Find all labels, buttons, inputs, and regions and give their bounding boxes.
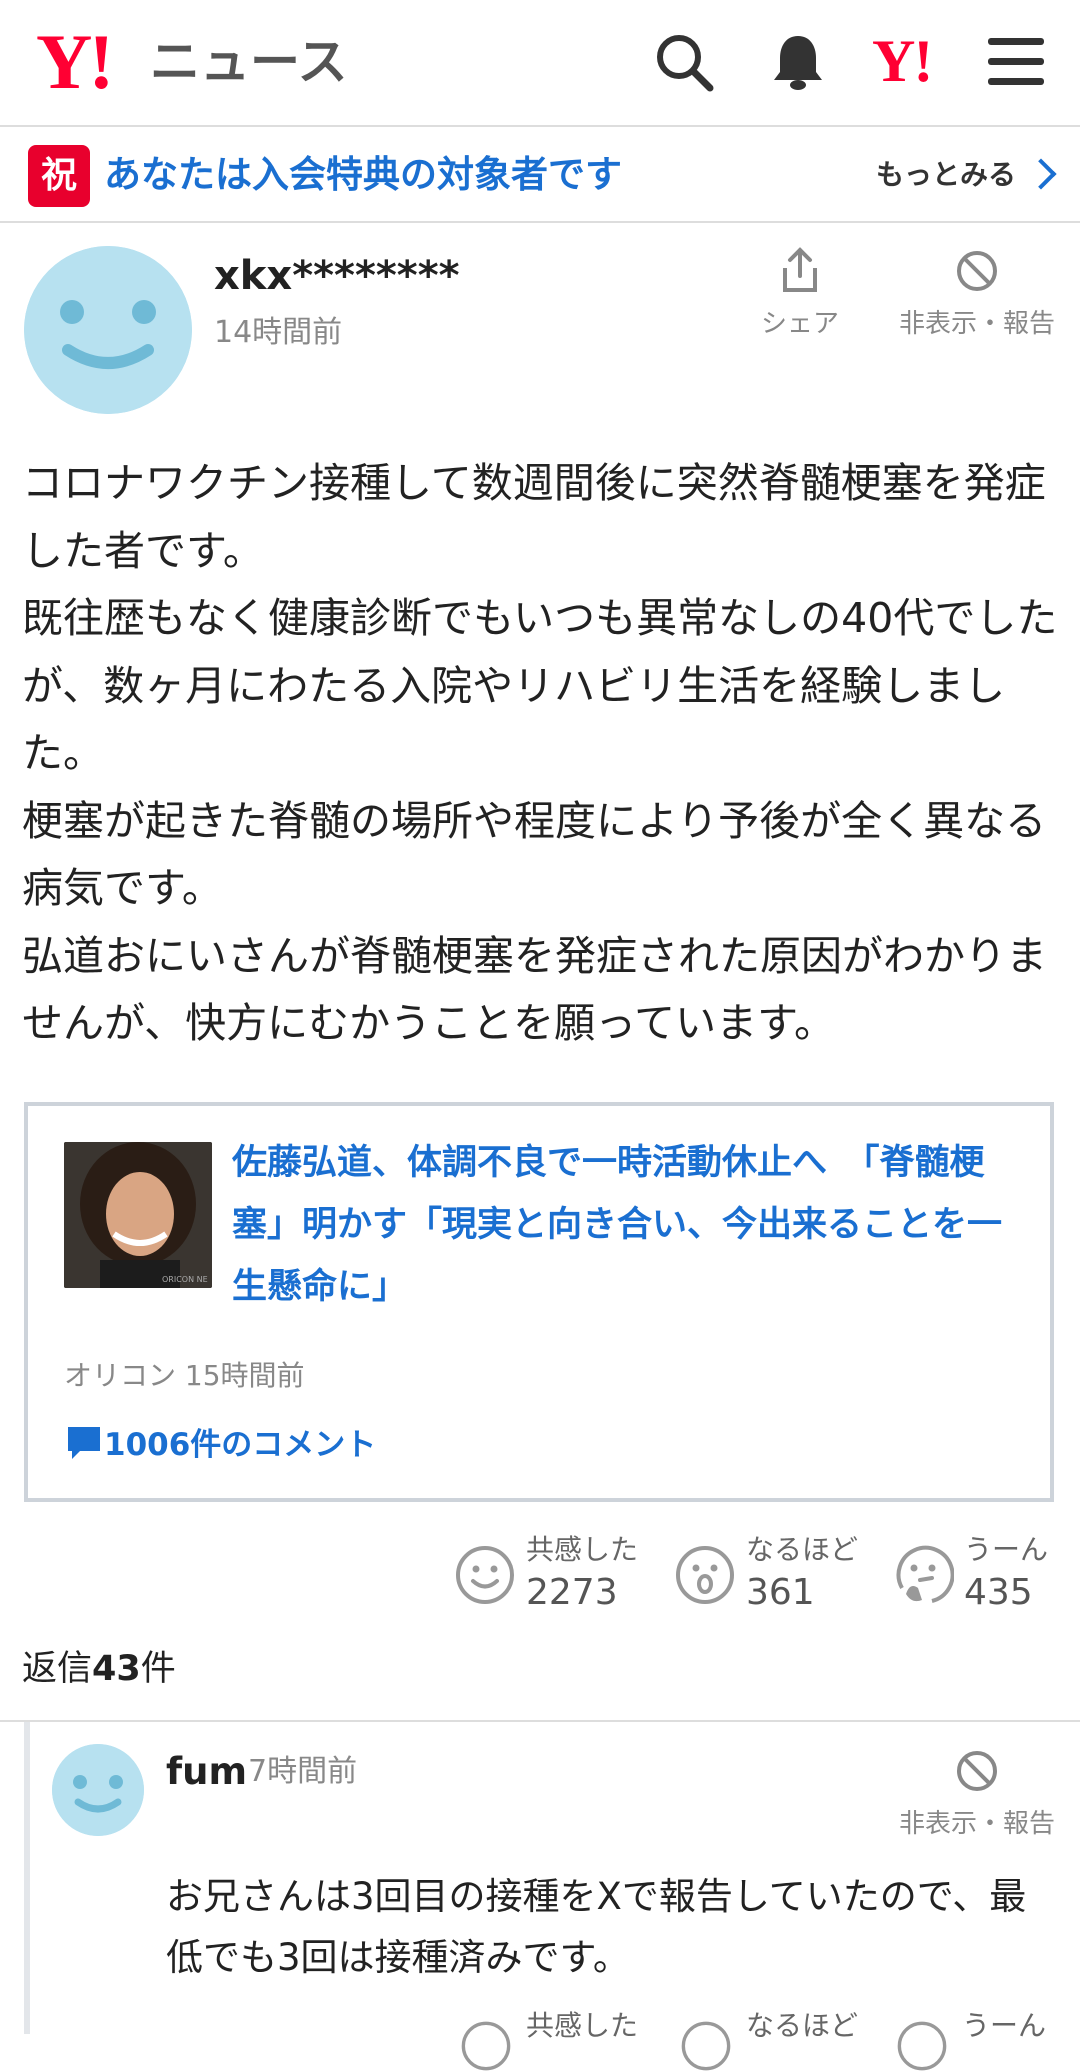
reaction-count: 361 [746, 1572, 815, 1613]
reaction-empathy-button[interactable]: 共感した 2273 [454, 1532, 654, 1613]
comment-time: 14時間前 [214, 315, 343, 350]
reaction-label: うーん [962, 2009, 1047, 2042]
news-logo-text[interactable]: ニュース [150, 32, 348, 92]
comment-username[interactable]: xkx******** [214, 246, 460, 306]
share-button[interactable]: シェア [748, 246, 852, 340]
reply-count-toggle[interactable]: 返信43件 [22, 1642, 176, 1696]
hide-report-label: 非表示・報告 [898, 309, 1055, 339]
share-label: シェア [760, 309, 839, 339]
article-title[interactable]: 佐藤弘道、体調不良で一時活動休止へ 「脊髄梗塞」明かす「現実と向き合い、今出来る… [232, 1132, 1032, 1318]
speech-bubble-icon [68, 1427, 100, 1459]
bell-icon[interactable] [766, 30, 830, 94]
reply-reaction-hmm-button[interactable]: うーん [896, 2008, 1080, 2071]
reaction-count: 435 [964, 1572, 1033, 1613]
article-thumbnail: ORICON NE [64, 1142, 212, 1288]
reply-body: お兄さんは3回目の接種をXで報告していたので、最低でも3回は接種済みです。 [166, 1875, 1027, 1979]
reaction-hmm-button[interactable]: うーん 435 [892, 1532, 1080, 1613]
menu-icon[interactable] [984, 30, 1048, 94]
search-icon[interactable] [652, 30, 716, 94]
reply-avatar [52, 1744, 144, 1836]
reply-thread-rule [24, 1722, 30, 2034]
reaction-count: 2273 [526, 1572, 618, 1613]
article-card[interactable]: ORICON NE 佐藤弘道、体調不良で一時活動休止へ 「脊髄梗塞」明かす「現実… [24, 1102, 1054, 1502]
reply-reaction-empathy-button[interactable]: 共感した [460, 2008, 660, 2071]
membership-banner[interactable]: 祝 あなたは入会特典の対象者です もっとみる [0, 127, 1080, 223]
yahoo-account-icon[interactable]: Y! [872, 26, 933, 96]
yahoo-logo-mark[interactable]: Y! [36, 22, 114, 102]
see-more-link[interactable]: もっとみる [876, 153, 1016, 197]
hide-report-button[interactable]: 非表示・報告 [892, 246, 1062, 340]
thinking-face-icon [897, 2021, 947, 2071]
article-comments-count: 1006件のコメント [104, 1427, 377, 1463]
reply-hide-report-button[interactable]: 非表示・報告 [892, 1746, 1062, 1840]
surprised-face-icon [681, 2021, 731, 2071]
block-icon [957, 1751, 997, 1791]
celebration-badge: 祝 [28, 145, 90, 207]
reaction-label: なるほど [746, 1533, 859, 1566]
thinking-face-icon [896, 1545, 954, 1603]
thumbnail-watermark: ORICON NE [162, 1275, 208, 1284]
comment-body: コロナワクチン接種して数週間後に突然脊髄梗塞を発症した者です。 既往歴もなく健康… [22, 459, 1058, 1047]
smile-face-icon [456, 1546, 514, 1604]
reply-username[interactable]: fum [166, 1746, 247, 1798]
reply-prefix: 返信 [22, 1649, 93, 1689]
reply-suffix: 件 [140, 1649, 176, 1689]
reaction-label: なるほど [746, 2009, 859, 2042]
reply-time: 7時間前 [248, 1754, 358, 1789]
block-icon [957, 251, 997, 291]
share-icon [783, 247, 817, 292]
divider [0, 1720, 1080, 1722]
reply-number: 43 [92, 1649, 141, 1689]
avatar [24, 246, 192, 414]
app-header: Y! ニュース Y! [0, 0, 1080, 127]
reaction-label: 共感した [526, 1533, 639, 1566]
hide-report-label: 非表示・報告 [898, 1809, 1055, 1839]
reaction-label: 共感した [526, 2009, 639, 2042]
banner-text: あなたは入会特典の対象者です [104, 153, 622, 196]
reply-reaction-insight-button[interactable]: なるほど [680, 2008, 880, 2071]
chevron-right-icon [1025, 158, 1057, 190]
article-source: オリコン 15時間前 [64, 1359, 305, 1392]
surprised-face-icon [676, 1546, 734, 1604]
article-comments-link[interactable]: 1006件のコメント [64, 1422, 376, 1468]
reaction-label: うーん [964, 1533, 1049, 1566]
reaction-insight-button[interactable]: なるほど 361 [674, 1532, 874, 1613]
smile-face-icon [461, 2021, 511, 2071]
